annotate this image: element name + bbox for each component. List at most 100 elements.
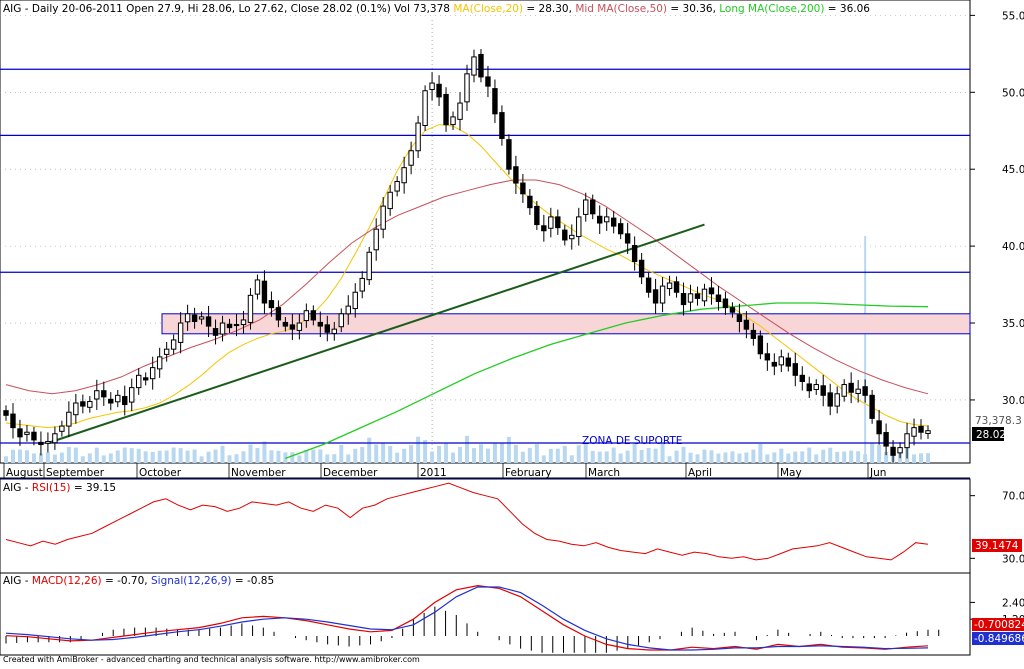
candle-body-38 bbox=[268, 300, 275, 309]
candle-body-92 bbox=[645, 277, 652, 293]
volume-bar-102 bbox=[716, 453, 721, 463]
rsi-value: = 39.15 bbox=[74, 482, 116, 494]
volume-bar-26 bbox=[185, 450, 190, 463]
month-label-7: March bbox=[588, 467, 620, 479]
chart-canvas[interactable]: 30.0 35.0 40.0 45.0 50.0 55.0 August September… bbox=[0, 0, 1024, 665]
volume-bar-63 bbox=[444, 442, 449, 463]
volume-bar-71 bbox=[499, 442, 504, 463]
month-label-1: September bbox=[46, 467, 105, 479]
candle-body-105 bbox=[736, 314, 743, 322]
volume-bar-28 bbox=[199, 456, 204, 463]
candle-body-67 bbox=[471, 56, 477, 76]
month-label-8: April bbox=[688, 467, 712, 479]
header-ma20-label: MA(Close,20) bbox=[453, 3, 523, 15]
rsi-header: AIG - RSI(15) = 39.15 bbox=[3, 482, 116, 494]
volume-bar-22 bbox=[157, 450, 162, 463]
volume-bar-36 bbox=[255, 448, 260, 463]
volume-bar-23 bbox=[164, 450, 169, 463]
volume-bar-18 bbox=[129, 448, 134, 463]
candle-body-48 bbox=[338, 313, 344, 328]
volume-bar-29 bbox=[206, 451, 211, 463]
candle-body-4 bbox=[31, 431, 37, 441]
volume-bar-72 bbox=[506, 437, 511, 463]
volume-bar-59 bbox=[416, 436, 421, 463]
candle-body-101 bbox=[708, 287, 715, 295]
volume-bar-39 bbox=[276, 450, 281, 463]
volume-bar-37 bbox=[262, 441, 267, 463]
candle-body-9 bbox=[66, 411, 72, 427]
y-tick-label-4: 50.0 bbox=[1002, 87, 1024, 99]
volume-bar-105 bbox=[737, 453, 742, 463]
volume-bar-85 bbox=[597, 451, 602, 463]
volume-bar-15 bbox=[108, 453, 113, 463]
candle-body-123 bbox=[862, 386, 868, 396]
volume-bar-62 bbox=[437, 445, 442, 463]
candle-body-131 bbox=[918, 425, 924, 433]
macd-symbol: AIG bbox=[3, 575, 21, 587]
volume-bar-76 bbox=[534, 444, 539, 463]
candle-body-127 bbox=[890, 446, 896, 456]
candle-body-10 bbox=[73, 402, 79, 416]
candle-body-78 bbox=[548, 216, 554, 229]
candle-body-25 bbox=[177, 322, 184, 343]
candle-body-117 bbox=[820, 385, 826, 396]
volume-bar-122 bbox=[856, 451, 861, 463]
candle-body-108 bbox=[757, 335, 764, 355]
candle-body-71 bbox=[499, 112, 505, 139]
volume-bar-61 bbox=[430, 451, 435, 463]
candle-body-119 bbox=[834, 393, 840, 407]
candle-body-20 bbox=[142, 377, 149, 381]
candle-body-110 bbox=[771, 361, 778, 367]
candle-body-107 bbox=[750, 329, 757, 339]
signal-value: = -0.85 bbox=[235, 575, 274, 587]
volume-bar-58 bbox=[409, 445, 414, 463]
volume-bar-75 bbox=[527, 447, 532, 463]
rsi-label: RSI(15) bbox=[32, 482, 71, 494]
volume-bar-3 bbox=[24, 450, 29, 463]
y-tick-label-3: 45.0 bbox=[1002, 164, 1024, 176]
candle-body-46 bbox=[324, 324, 331, 333]
volume-bar-31 bbox=[220, 445, 225, 463]
candle-body-73 bbox=[513, 166, 519, 184]
month-label-4: December bbox=[323, 467, 378, 479]
candle-body-98 bbox=[687, 293, 694, 303]
chart-header: AIG - Daily 20-06-2011 Open 27.9, Hi 28.… bbox=[3, 3, 870, 15]
volume-bar-34 bbox=[241, 451, 246, 463]
volume-bar-93 bbox=[653, 448, 658, 463]
volume-bar-77 bbox=[541, 455, 546, 463]
volume-bar-103 bbox=[723, 452, 728, 463]
volume-bar-4 bbox=[31, 453, 36, 463]
support-zone-label: ZONA DE SUPORTE bbox=[582, 435, 682, 447]
volume-bar-51 bbox=[360, 446, 365, 463]
candle-body-55 bbox=[387, 191, 393, 210]
candle-body-126 bbox=[883, 432, 889, 447]
candle-body-106 bbox=[743, 319, 750, 330]
header-info: - Daily 20-06-2011 Open 27.9, Hi 28.06, … bbox=[25, 3, 450, 15]
volume-bar-110 bbox=[772, 452, 777, 463]
volume-bar-98 bbox=[688, 452, 693, 463]
volume-bar-125 bbox=[877, 445, 882, 463]
candle-body-30 bbox=[212, 328, 219, 336]
candle-body-5 bbox=[38, 441, 44, 446]
candle-body-51 bbox=[359, 277, 365, 292]
volume-bar-88 bbox=[618, 453, 623, 463]
volume-bar-0 bbox=[4, 456, 8, 463]
candle-body-6 bbox=[45, 440, 51, 444]
candle-body-128 bbox=[897, 447, 903, 454]
volume-bar-101 bbox=[709, 450, 714, 463]
volume-bar-81 bbox=[569, 455, 574, 463]
candle-body-63 bbox=[443, 93, 449, 126]
candle-body-11 bbox=[80, 401, 86, 407]
volume-bar-12 bbox=[87, 453, 92, 463]
candle-body-115 bbox=[806, 383, 812, 392]
signal-label: Signal(12,26,9) bbox=[151, 575, 232, 587]
volume-bar-86 bbox=[604, 451, 609, 463]
volume-bar-53 bbox=[374, 444, 379, 463]
candle-body-21 bbox=[149, 367, 156, 380]
volume-bar-52 bbox=[367, 437, 372, 463]
volume-bar-38 bbox=[269, 450, 274, 463]
candle-body-69 bbox=[485, 76, 491, 87]
volume-bar-68 bbox=[478, 444, 483, 463]
candle-body-37 bbox=[261, 280, 268, 304]
candle-body-39 bbox=[275, 307, 282, 321]
